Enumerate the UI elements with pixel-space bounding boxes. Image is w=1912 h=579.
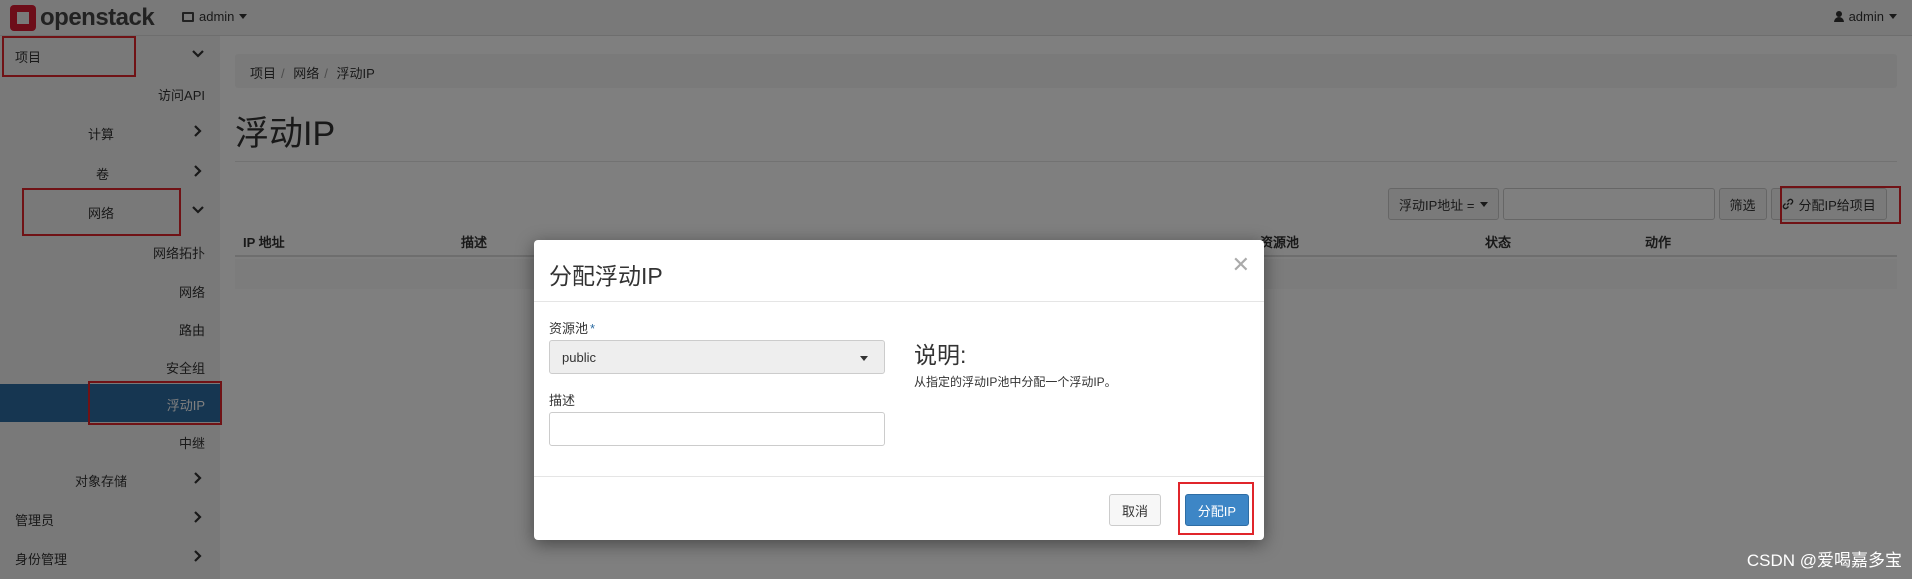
help-title: 说明: (914, 342, 967, 368)
help-text: 从指定的浮动IP池中分配一个浮动IP。 (914, 375, 1117, 389)
allocate-floating-ip-dialog: 分配浮动IP ✕ 资源池 * public 描述 说明: 从指定的浮动IP池中分配… (534, 240, 1264, 540)
cancel-button-label: 取消 (1121, 503, 1148, 519)
cancel-button[interactable]: 取消 (1108, 494, 1161, 526)
pool-label-text: 资源池 (549, 321, 589, 336)
pool-select[interactable]: public (549, 340, 885, 374)
pool-select-value: public (562, 350, 596, 365)
required-marker: * (590, 321, 596, 336)
modal-title: 分配浮动IP (549, 263, 663, 289)
chevron-down-icon (860, 356, 868, 361)
watermark: CSDN @爱喝嘉多宝 (1746, 551, 1902, 570)
pool-label: 资源池 * (549, 318, 595, 337)
modal-footer: 取消 分配IP (534, 476, 1264, 540)
description-input[interactable] (549, 412, 885, 446)
close-icon[interactable]: ✕ (1232, 252, 1250, 278)
description-label: 描述 (549, 393, 576, 408)
modal-header: 分配浮动IP ✕ (534, 240, 1264, 302)
highlight-box (1178, 482, 1254, 535)
